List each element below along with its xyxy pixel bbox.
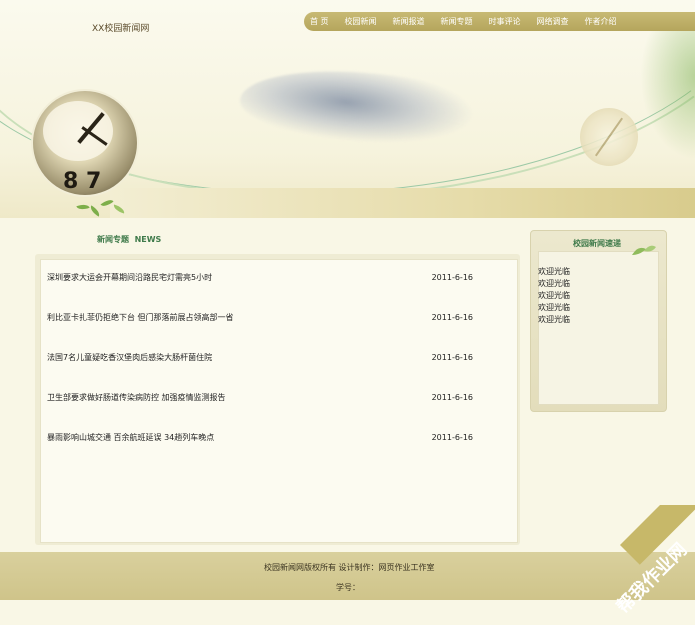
- footer-copyright: 校园新闻网版权所有 设计制作：网页作业工作室: [264, 563, 435, 572]
- sidebar-title: 校园新闻速递: [573, 239, 621, 248]
- news-date: 2011-6-16: [431, 432, 473, 442]
- sidebar-item[interactable]: 欢迎光临: [538, 302, 570, 314]
- site-title: XX校园新闻网: [92, 24, 150, 34]
- footer: 校园新闻网版权所有 设计制作：网页作业工作室 学号：: [0, 552, 695, 600]
- news-title-link[interactable]: 卫生部要求做好肠道传染病防控 加强疫情监测报告: [47, 392, 226, 403]
- banner-green-glow: [640, 20, 695, 160]
- news-list: 深圳要求大运会开幕期间沿路民宅灯需亮5小时 2011-6-16 利比亚卡扎菲仍拒…: [40, 259, 518, 543]
- clock-numerals: 8 7: [63, 169, 102, 194]
- leaves-decoration: [75, 196, 135, 218]
- clock-image: 8 7: [33, 91, 137, 195]
- news-date: 2011-6-16: [431, 352, 473, 362]
- nav-item-author[interactable]: 作者介绍: [577, 16, 625, 27]
- nav-item-commentary[interactable]: 时事评论: [481, 16, 529, 27]
- list-item: 深圳要求大运会开幕期间沿路民宅灯需亮5小时 2011-6-16: [47, 270, 507, 284]
- compass-image: [580, 108, 638, 166]
- leaf-icon: [632, 245, 656, 255]
- news-date: 2011-6-16: [431, 392, 473, 402]
- clock-face: [43, 101, 113, 161]
- sidebar-list: 欢迎光临 欢迎光临 欢迎光临 欢迎光临 欢迎光临: [538, 266, 570, 326]
- sidebar-item[interactable]: 欢迎光临: [538, 266, 570, 278]
- list-item: 暴雨影响山城交通 百余航班延误 34趟列车晚点 2011-6-16: [47, 430, 507, 444]
- footer-student-id: 学号：: [336, 583, 360, 592]
- main-nav: 首 页 校园新闻 新闻报道 新闻专题 时事评论 网络调查 作者介绍: [304, 12, 695, 31]
- news-date: 2011-6-16: [431, 312, 473, 322]
- nav-item-home[interactable]: 首 页: [304, 16, 337, 27]
- news-title-link[interactable]: 深圳要求大运会开幕期间沿路民宅灯需亮5小时: [47, 272, 212, 283]
- nav-item-news-reports[interactable]: 新闻报道: [385, 16, 433, 27]
- sidebar-item[interactable]: 欢迎光临: [538, 314, 570, 326]
- news-date: 2011-6-16: [431, 272, 473, 282]
- news-title-link[interactable]: 法国7名儿童疑吃香汉堡肉后感染大肠杆菌住院: [47, 352, 212, 363]
- news-title-link[interactable]: 利比亚卡扎菲仍拒绝下台 但门那落前展占领高部一省: [47, 312, 234, 323]
- nav-item-campus-news[interactable]: 校园新闻: [337, 16, 385, 27]
- sidebar-panel: 校园新闻速递 欢迎光临 欢迎光临 欢迎光临 欢迎光临 欢迎光临: [530, 230, 667, 412]
- sidebar-item[interactable]: 欢迎光临: [538, 278, 570, 290]
- header-banner: XX校园新闻网 8 7: [0, 0, 695, 218]
- list-item: 利比亚卡扎菲仍拒绝下台 但门那落前展占领高部一省 2011-6-16: [47, 310, 507, 324]
- section-heading: 新闻专题 NEWS: [97, 235, 162, 244]
- sidebar-item[interactable]: 欢迎光临: [538, 290, 570, 302]
- nav-item-news-topics[interactable]: 新闻专题: [433, 16, 481, 27]
- news-title-link[interactable]: 暴雨影响山城交通 百余航班延误 34趟列车晚点: [47, 432, 214, 443]
- watermark: 帮我作业网: [600, 505, 695, 625]
- list-item: 法国7名儿童疑吃香汉堡肉后感染大肠杆菌住院 2011-6-16: [47, 350, 507, 364]
- banner-band: [110, 188, 695, 218]
- list-item: 卫生部要求做好肠道传染病防控 加强疫情监测报告 2011-6-16: [47, 390, 507, 404]
- compass-needle: [594, 117, 624, 157]
- nav-item-survey[interactable]: 网络调查: [529, 16, 577, 27]
